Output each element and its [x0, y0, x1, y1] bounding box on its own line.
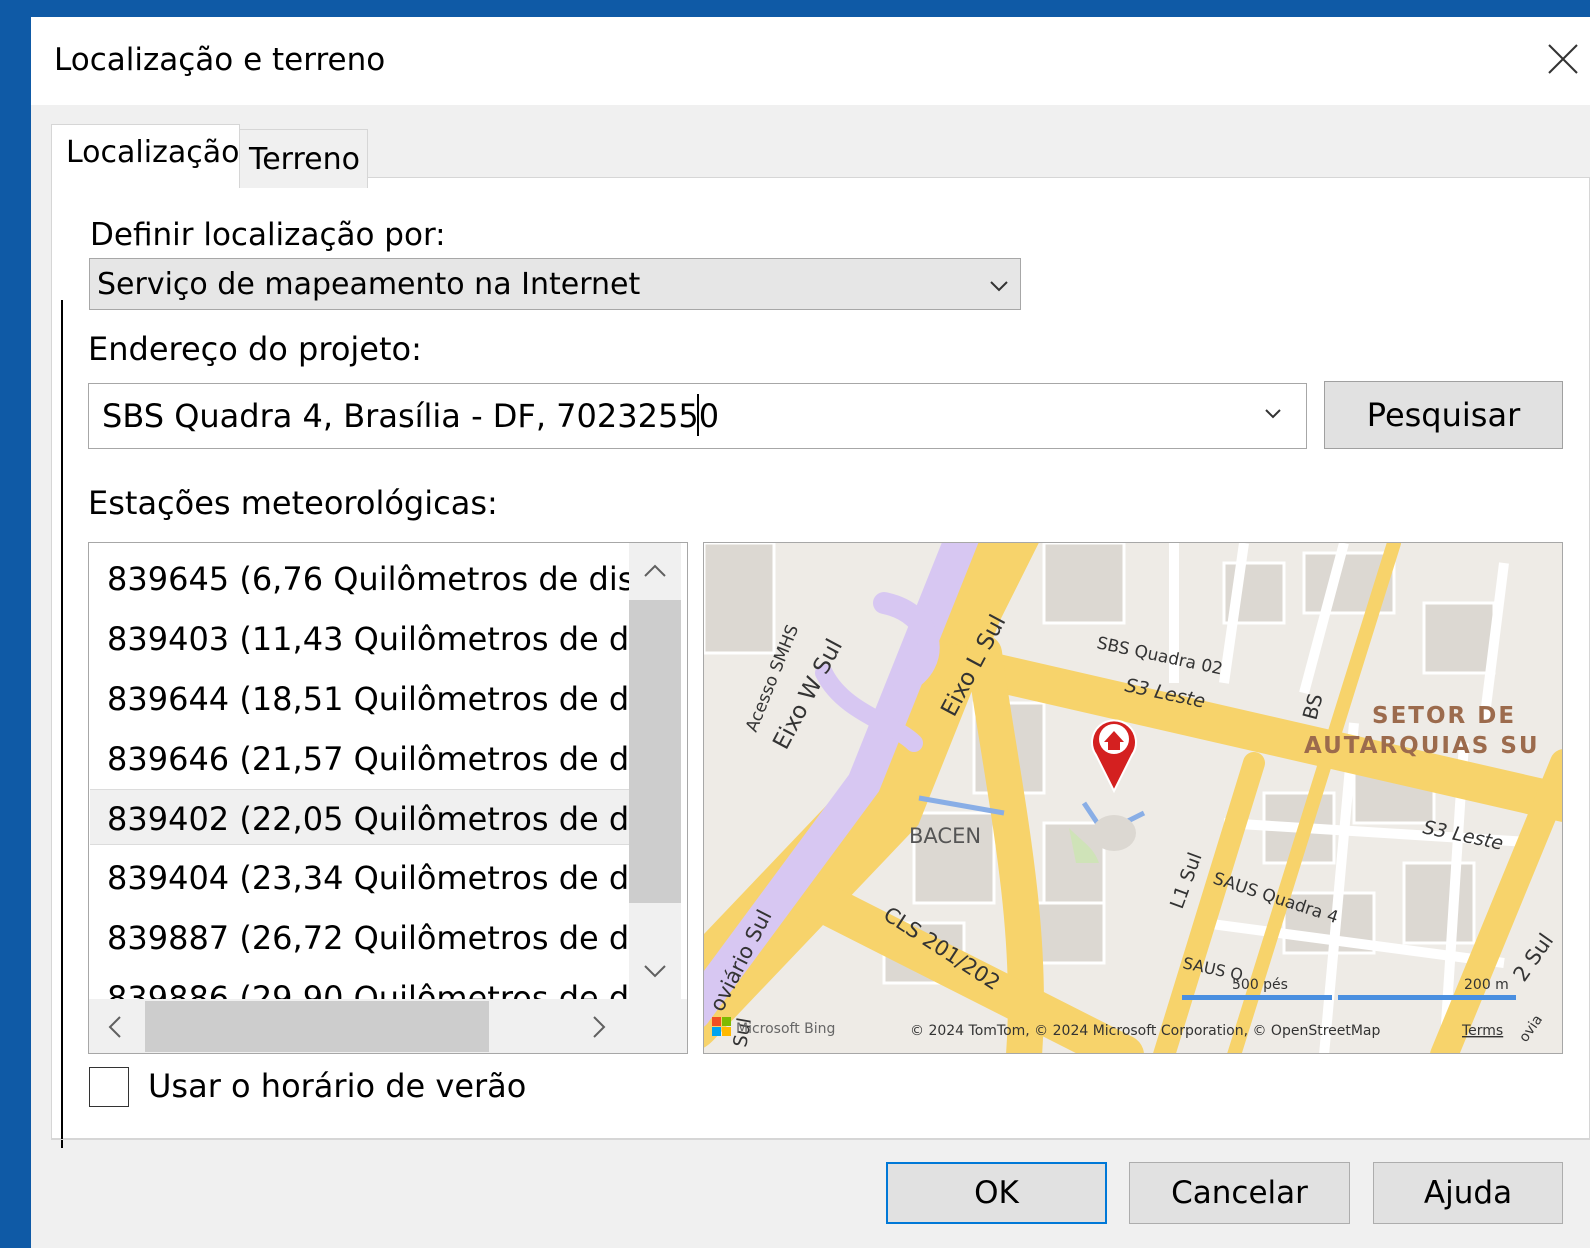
terms-link[interactable]: Terms [1461, 1023, 1503, 1039]
text-caret [697, 394, 699, 436]
scroll-corner [629, 999, 687, 1053]
search-button[interactable]: Pesquisar [1324, 381, 1563, 449]
cancel-button[interactable]: Cancelar [1129, 1162, 1350, 1224]
title-bar: Localização e terreno [31, 17, 1590, 105]
list-item-selected[interactable]: 839402 (22,05 Quilômetros de distância) [90, 789, 630, 845]
list-item[interactable]: 839644 (18,51 Quilômetros de distância) [90, 670, 630, 726]
list-item[interactable]: 839404 (23,34 Quilômetros de distância) [90, 849, 630, 905]
close-icon[interactable] [1543, 39, 1583, 79]
horizontal-scroll-thumb[interactable] [145, 1001, 489, 1052]
window-title: Localização e terreno [54, 42, 386, 78]
map-canvas[interactable]: Eixo W Sul Eixo L Sul Acesso SMHS SBS Qu… [704, 543, 1563, 1054]
scroll-up-icon[interactable] [641, 561, 669, 581]
location-map[interactable]: Eixo W Sul Eixo L Sul Acesso SMHS SBS Qu… [703, 542, 1563, 1054]
map-copyright: © 2024 TomTom, © 2024 Microsoft Corporat… [910, 1023, 1381, 1039]
scroll-down-icon[interactable] [641, 961, 669, 981]
map-label: SETOR DE [1372, 703, 1516, 729]
ok-button[interactable]: OK [886, 1162, 1107, 1224]
vertical-scroll-thumb[interactable] [629, 600, 681, 903]
location-terrain-dialog: Localização e terreno Localização Terren… [31, 17, 1590, 1248]
define-location-select[interactable]: Serviço de mapeamento na Internet [89, 258, 1021, 310]
list-item[interactable]: 839646 (21,57 Quilômetros de distância) [90, 730, 630, 786]
weather-stations-label: Estações meteorológicas: [88, 484, 498, 522]
define-location-label: Definir localização por: [90, 217, 446, 253]
list-item[interactable]: 839403 (11,43 Quilômetros de distância) [90, 610, 630, 666]
help-button[interactable]: Ajuda [1373, 1162, 1563, 1224]
define-location-value: Serviço de mapeamento na Internet [97, 267, 641, 302]
bing-logo-text: Microsoft Bing [736, 1021, 835, 1037]
map-label: AUTARQUIAS SU [1304, 733, 1540, 759]
tab-terrain[interactable]: Terreno [239, 129, 368, 188]
scroll-left-icon[interactable] [105, 1013, 125, 1041]
map-scale-meters: 200 m [1464, 977, 1509, 993]
footer-divider [51, 1139, 1590, 1140]
scroll-right-icon[interactable] [589, 1013, 609, 1041]
dst-label: Usar o horário de verão [148, 1067, 527, 1105]
list-item[interactable]: 839887 (26,72 Quilômetros de distância) [90, 909, 630, 965]
map-scale-feet: 500 pés [1232, 977, 1288, 993]
map-label: BACEN [909, 824, 981, 848]
chevron-down-icon [990, 281, 1008, 292]
chevron-down-icon[interactable] [1261, 406, 1285, 422]
dst-checkbox[interactable] [89, 1067, 129, 1107]
weather-stations-list[interactable]: 839645 (6,76 Quilômetros de distância) 8… [88, 542, 688, 1054]
project-address-input[interactable]: SBS Quadra 4, Brasília - DF, 70232550 [102, 397, 719, 435]
project-address-label: Endereço do projeto: [88, 330, 422, 368]
list-item[interactable]: 839645 (6,76 Quilômetros de distância) [90, 550, 630, 606]
group-divider [61, 300, 63, 1148]
tab-location[interactable]: Localização [51, 124, 240, 188]
project-address-combobox[interactable]: SBS Quadra 4, Brasília - DF, 70232550 [88, 383, 1307, 449]
